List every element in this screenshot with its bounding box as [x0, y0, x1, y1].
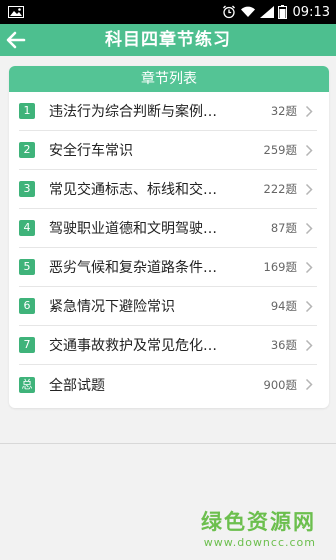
- status-right: 09:13: [222, 5, 330, 20]
- battery-icon: [277, 5, 287, 19]
- watermark-url: www.downcc.com: [203, 536, 316, 549]
- chapter-list-header: 章节列表: [9, 66, 329, 92]
- chapter-title: 全部试题: [49, 377, 105, 394]
- question-count: 900题: [263, 377, 297, 392]
- app-bar: 科目四章节练习: [0, 24, 336, 56]
- chapter-item-4[interactable]: 4 驾驶职业道德和文明驾驶… 87题: [19, 209, 317, 248]
- page-title: 科目四章节练习: [105, 30, 231, 50]
- back-arrow-icon: [6, 31, 26, 49]
- chevron-right-icon: [305, 143, 317, 157]
- chapter-title: 紧急情况下避险常识: [49, 299, 175, 315]
- question-count: 169题: [263, 260, 297, 274]
- watermark: 绿色资源网 www.downcc.com: [201, 506, 316, 549]
- chapter-badge: 3: [19, 181, 35, 197]
- chapter-item-7[interactable]: 7 交通事故救护及常见危化… 36题: [19, 326, 317, 365]
- chapter-badge: 5: [19, 259, 35, 275]
- question-count: 32题: [270, 104, 297, 118]
- chevron-right-icon: [305, 104, 317, 118]
- question-count: 94题: [270, 299, 297, 313]
- question-count: 259题: [263, 143, 297, 157]
- chapter-title: 常见交通标志、标线和交…: [49, 182, 217, 198]
- chapter-item-all[interactable]: 总 全部试题 900题: [19, 365, 317, 404]
- status-bar: 09:13: [0, 0, 336, 24]
- chapter-badge: 1: [19, 103, 35, 119]
- chapter-item-3[interactable]: 3 常见交通标志、标线和交… 222题: [19, 170, 317, 209]
- chevron-right-icon: [305, 221, 317, 235]
- question-count: 36题: [270, 338, 297, 352]
- chevron-right-icon: [305, 260, 317, 274]
- signal-icon: [259, 6, 274, 18]
- chapter-item-5[interactable]: 5 恶劣气候和复杂道路条件… 169题: [19, 248, 317, 287]
- chevron-right-icon: [305, 182, 317, 196]
- status-left: [8, 6, 24, 18]
- chapter-title: 恶劣气候和复杂道路条件…: [49, 260, 217, 276]
- chapter-item-2[interactable]: 2 安全行车常识 259题: [19, 131, 317, 170]
- chapter-badge: 总: [19, 376, 35, 393]
- chapter-title: 违法行为综合判断与案例…: [49, 104, 217, 120]
- wifi-icon: [240, 6, 255, 18]
- chapter-item-1[interactable]: 1 违法行为综合判断与案例… 32题: [19, 92, 317, 131]
- image-notification-icon: [8, 6, 24, 18]
- chevron-right-icon: [305, 338, 317, 352]
- chapter-card: 章节列表 1 违法行为综合判断与案例… 32题 2 安全行车常识 259题 3 …: [9, 66, 329, 408]
- chapter-badge: 7: [19, 337, 35, 353]
- chapter-badge: 2: [19, 142, 35, 158]
- chapter-item-6[interactable]: 6 紧急情况下避险常识 94题: [19, 287, 317, 326]
- divider: [0, 443, 336, 444]
- alarm-icon: [222, 5, 235, 19]
- chapter-badge: 6: [19, 298, 35, 314]
- watermark-text: 绿色资源网: [201, 510, 316, 534]
- question-count: 222题: [263, 182, 297, 196]
- chevron-right-icon: [305, 378, 317, 392]
- chapter-title: 交通事故救护及常见危化…: [49, 338, 217, 354]
- chapter-title: 驾驶职业道德和文明驾驶…: [49, 221, 217, 237]
- chapter-title: 安全行车常识: [49, 143, 133, 159]
- chevron-right-icon: [305, 299, 317, 313]
- question-count: 87题: [270, 221, 297, 235]
- chapter-list: 1 违法行为综合判断与案例… 32题 2 安全行车常识 259题 3 常见交通标…: [9, 92, 329, 404]
- back-button[interactable]: [0, 24, 32, 56]
- status-time: 09:13: [292, 4, 330, 20]
- chapter-badge: 4: [19, 220, 35, 236]
